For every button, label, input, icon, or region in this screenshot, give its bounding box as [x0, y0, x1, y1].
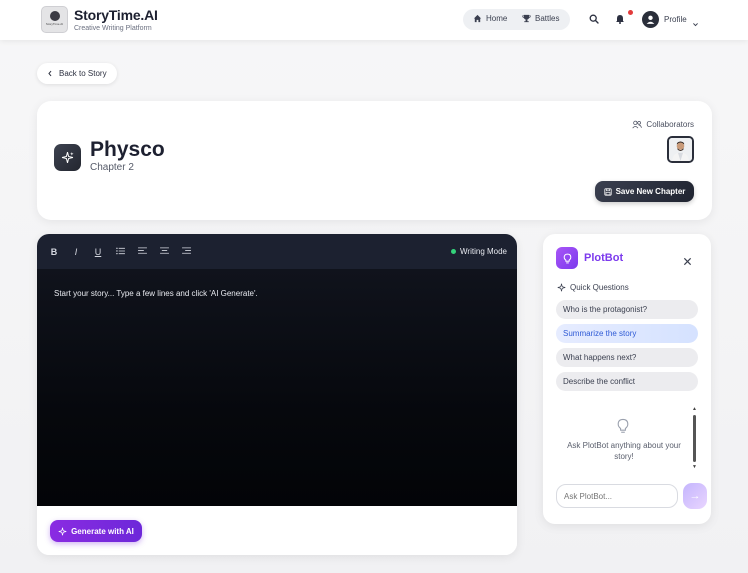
align-left-icon — [137, 247, 147, 254]
chevron-down-icon[interactable] — [692, 15, 699, 33]
plotbot-hint: Ask PlotBot anything about your story! — [567, 441, 681, 461]
brand-title: StoryTime.AI — [74, 7, 158, 23]
sparkles-icon — [54, 144, 81, 171]
status-dot — [451, 249, 457, 254]
collaborator-avatar[interactable] — [667, 136, 694, 163]
quick-question-summarize[interactable]: Summarize the story — [556, 324, 698, 343]
chevron-left-icon — [48, 70, 52, 77]
profile-avatar[interactable] — [642, 11, 659, 28]
search-button[interactable] — [587, 12, 601, 26]
save-new-chapter-button[interactable]: Save New Chapter — [595, 181, 694, 202]
italic-button[interactable]: I — [71, 247, 81, 257]
collaborators-text: Collaborators — [646, 120, 694, 129]
user-icon — [646, 15, 655, 24]
notification-dot — [628, 10, 633, 15]
bold-button[interactable]: B — [49, 247, 59, 257]
generate-with-ai-label: Generate with AI — [71, 526, 134, 536]
nav-home-label: Home — [486, 14, 508, 23]
brand-subtitle: Creative Writing Platform — [74, 25, 152, 32]
nav-pill: Home Battles — [463, 9, 570, 30]
align-right-icon — [181, 247, 191, 254]
back-to-story-label: Back to Story — [59, 69, 107, 78]
align-center-icon — [159, 247, 169, 254]
search-icon — [589, 14, 599, 24]
scroll-up-arrow[interactable]: ▲ — [692, 406, 697, 412]
generate-with-ai-button[interactable]: Generate with AI — [50, 520, 142, 542]
quick-question-protagonist[interactable]: Who is the protagonist? — [556, 300, 698, 319]
sparkles-icon — [557, 283, 566, 292]
editor-toolbar: B I U Writing Mode — [37, 234, 517, 269]
editor-textarea[interactable]: Start your story... Type a few lines and… — [37, 269, 517, 506]
notifications-button[interactable] — [613, 12, 627, 26]
sparkles-icon — [58, 527, 67, 535]
nav-home[interactable]: Home — [473, 14, 507, 23]
trophy-icon — [522, 14, 531, 23]
save-new-chapter-label: Save New Chapter — [615, 187, 686, 196]
nav-battles-label: Battles — [535, 14, 560, 23]
quick-question-next[interactable]: What happens next? — [556, 348, 698, 367]
plotbot-title: PlotBot — [584, 252, 624, 264]
writing-mode-label: Writing Mode — [460, 247, 507, 256]
lightbulb-icon — [556, 247, 578, 269]
arrow-right-icon: → — [689, 490, 701, 502]
back-to-story-button[interactable]: Back to Story — [37, 63, 117, 84]
editor-footer: Generate with AI — [37, 506, 517, 555]
quick-questions-label: Quick Questions — [557, 283, 629, 292]
story-title: Physco — [90, 138, 165, 161]
profile-label[interactable]: Profile — [664, 15, 687, 24]
top-navbar: StoryTime.AI StoryTime.AI Creative Writi… — [0, 0, 748, 40]
person-photo-icon — [669, 138, 692, 161]
close-icon[interactable] — [683, 253, 692, 271]
list-icon — [115, 247, 125, 255]
collaborators-label: Collaborators — [632, 120, 694, 129]
nav-battles[interactable]: Battles — [522, 14, 559, 23]
home-icon — [473, 14, 482, 23]
bell-icon — [616, 15, 624, 24]
lightbulb-icon — [617, 418, 629, 439]
save-icon — [603, 187, 612, 196]
chat-scrollbar-thumb[interactable] — [693, 415, 696, 462]
logo-mini-text: StoryTime.AI — [45, 22, 64, 26]
align-center-button[interactable] — [159, 247, 169, 257]
logo[interactable]: StoryTime.AI — [41, 6, 68, 33]
story-editor: B I U Writing Mode Start your story... T… — [37, 234, 517, 555]
scroll-down-arrow[interactable]: ▼ — [692, 464, 697, 470]
quick-questions-text: Quick Questions — [570, 283, 629, 292]
quick-question-conflict[interactable]: Describe the conflict — [556, 372, 698, 391]
align-left-button[interactable] — [137, 247, 147, 257]
users-icon — [632, 120, 643, 129]
send-button[interactable]: → — [683, 483, 707, 509]
ask-plotbot-input[interactable] — [556, 484, 678, 508]
logo-face-icon — [49, 11, 60, 21]
plotbot-panel: PlotBot Quick Questions Who is the prota… — [543, 234, 711, 524]
story-header-card: Physco Chapter 2 Collaborators Save New … — [37, 101, 712, 220]
align-right-button[interactable] — [181, 247, 191, 257]
list-button[interactable] — [115, 247, 125, 257]
underline-button[interactable]: U — [93, 247, 103, 257]
editor-placeholder: Start your story... Type a few lines and… — [54, 289, 258, 298]
writing-mode-indicator: Writing Mode — [451, 247, 507, 256]
story-chapter: Chapter 2 — [90, 162, 134, 173]
